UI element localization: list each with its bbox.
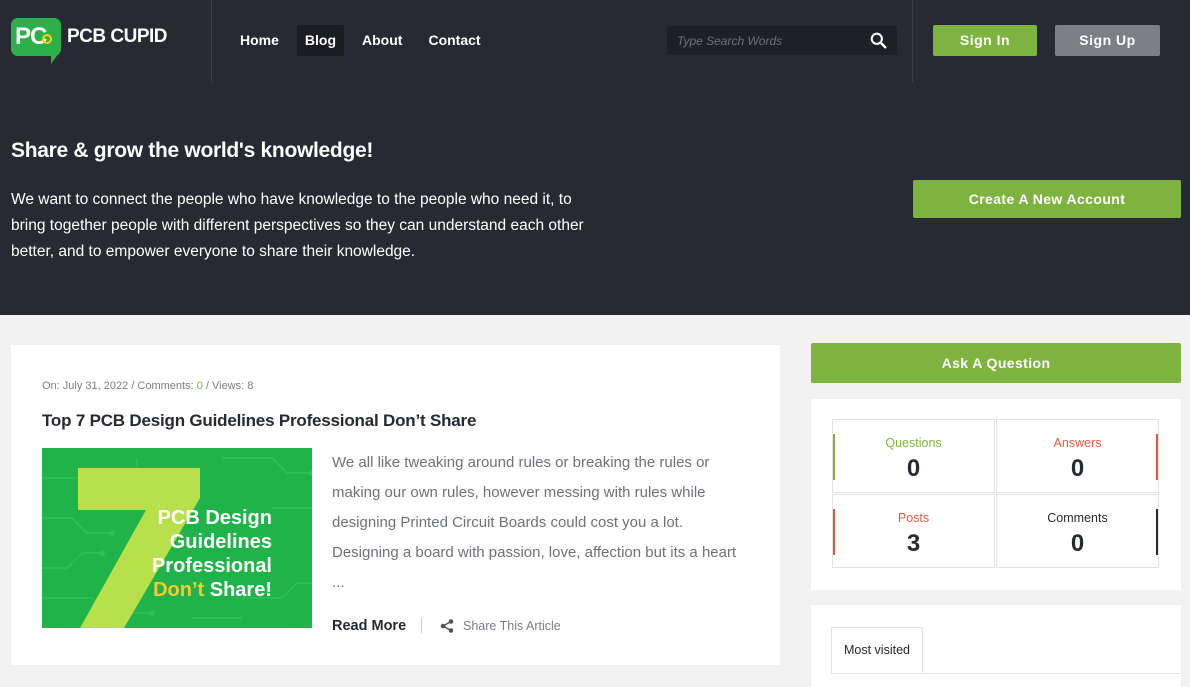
main-nav: Home Blog About Contact bbox=[232, 25, 499, 56]
create-account-button[interactable]: Create A New Account bbox=[913, 180, 1181, 218]
sign-in-button[interactable]: Sign In bbox=[933, 25, 1037, 56]
stat-label: Questions bbox=[885, 436, 942, 450]
image-highlight: Don’t bbox=[153, 579, 205, 601]
image-line-3: Professional bbox=[151, 555, 272, 577]
article-excerpt: We all like tweaking around rules or bre… bbox=[332, 454, 737, 591]
article-meta-views: / Views: 8 bbox=[202, 380, 254, 392]
logo-badge: PC bbox=[11, 18, 61, 64]
tab-most-visited[interactable]: Most visited bbox=[831, 627, 923, 674]
tabs-widget: Most visited bbox=[811, 605, 1181, 687]
search-icon[interactable] bbox=[870, 32, 887, 49]
divider bbox=[421, 618, 422, 633]
stat-comments[interactable]: Comments 0 bbox=[996, 494, 1159, 568]
nav-item-home[interactable]: Home bbox=[232, 25, 287, 56]
stat-label: Answers bbox=[1053, 436, 1102, 450]
stat-questions[interactable]: Questions 0 bbox=[832, 419, 995, 493]
tab-underline bbox=[831, 673, 1181, 674]
stat-label: Comments bbox=[1047, 511, 1108, 525]
article-meta: On: July 31, 2022 / Comments: 0 / Views:… bbox=[42, 380, 253, 392]
hero-title: Share & grow the world's knowledge! bbox=[11, 139, 374, 162]
stat-value: 3 bbox=[906, 530, 921, 557]
stat-posts[interactable]: Posts 3 bbox=[832, 494, 995, 568]
nav-item-blog[interactable]: Blog bbox=[296, 25, 345, 56]
site-logo[interactable]: PC PCB CUPID bbox=[11, 18, 168, 64]
image-line-2: Guidelines bbox=[169, 531, 272, 553]
logo-dot bbox=[42, 34, 52, 44]
nav-item-about[interactable]: About bbox=[354, 25, 410, 56]
stat-label: Posts bbox=[897, 511, 930, 525]
site-header: PC PCB CUPID Home Blog About Contact Sig… bbox=[0, 0, 1190, 315]
sign-up-button[interactable]: Sign Up bbox=[1055, 25, 1160, 56]
stat-value: 0 bbox=[1070, 530, 1085, 557]
image-line-4-rest: Share! bbox=[209, 579, 272, 601]
ask-question-button[interactable]: Ask A Question bbox=[811, 343, 1181, 383]
stat-value: 0 bbox=[1070, 455, 1085, 482]
article-meta-date: On: July 31, 2022 / Comments: bbox=[42, 380, 197, 392]
article-image[interactable]: PCB Design Guidelines Professional Don’t… bbox=[42, 448, 312, 628]
share-article-link[interactable]: Share This Article bbox=[463, 619, 561, 633]
image-line-1: PCB Design bbox=[157, 507, 272, 529]
stat-answers[interactable]: Answers 0 bbox=[996, 419, 1159, 493]
logo-text: PCB CUPID bbox=[67, 26, 168, 47]
nav-item-contact[interactable]: Contact bbox=[420, 25, 488, 56]
hero-text: We want to connect the people who have k… bbox=[11, 191, 584, 260]
article-title[interactable]: Top 7 PCB Design Guidelines Professional… bbox=[42, 411, 476, 431]
logo-tail bbox=[51, 50, 61, 64]
header-divider bbox=[211, 0, 212, 82]
read-more-link[interactable]: Read More bbox=[332, 618, 406, 634]
search-box bbox=[667, 26, 897, 55]
search-input[interactable] bbox=[667, 26, 862, 55]
article-card: On: July 31, 2022 / Comments: 0 / Views:… bbox=[11, 345, 780, 665]
share-icon[interactable] bbox=[440, 619, 454, 633]
image-line-4: Don’t Share! bbox=[152, 578, 272, 602]
header-divider bbox=[912, 0, 913, 82]
stats-widget: Questions 0 Answers 0 Posts 3 Comments 0 bbox=[811, 399, 1181, 590]
stat-value: 0 bbox=[906, 455, 921, 482]
